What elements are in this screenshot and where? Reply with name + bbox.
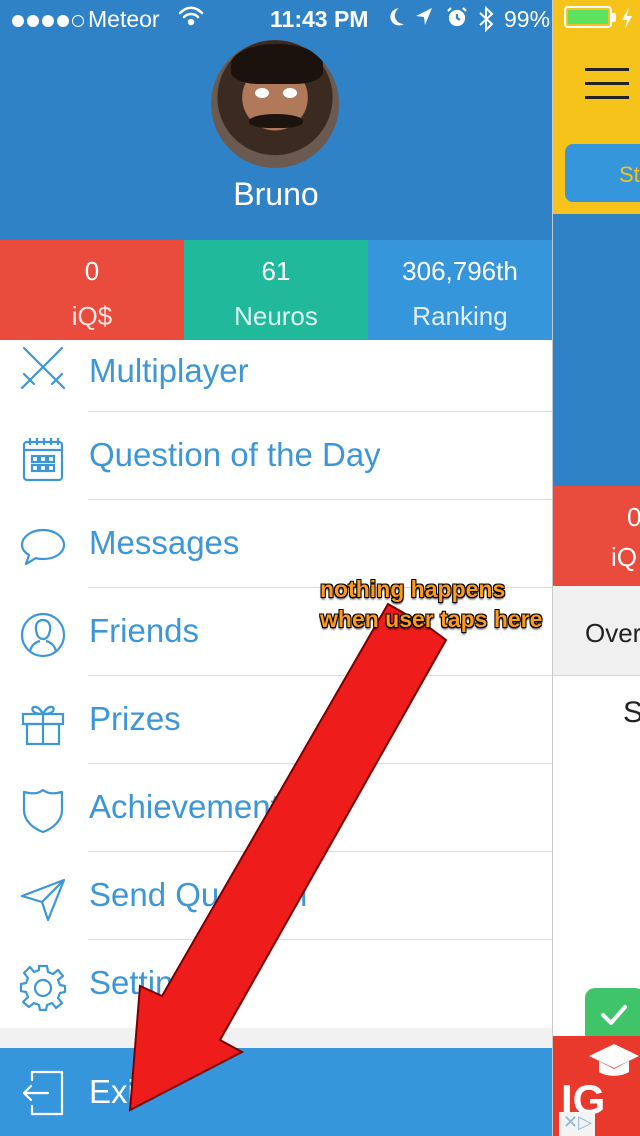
carrier-name: Meteor [88, 6, 160, 32]
stats-row: 0 iQ$ 61 Neuros 306,796th Ranking [0, 240, 552, 340]
menu-item-label: Question of the Day [89, 436, 381, 473]
stat-label: Neuros [234, 301, 318, 331]
menu-item-question-of-the-day[interactable]: Question of the Day [0, 412, 552, 500]
graduation-cap-icon [589, 1044, 639, 1076]
stat-value: 61 [261, 256, 291, 286]
menu-item-achievements[interactable]: Achievements [0, 764, 552, 852]
speech-bubble-icon [20, 528, 66, 566]
main-blue-panel [553, 214, 640, 486]
status-bar: Meteor 11:43 PM 99% [0, 0, 640, 40]
menu-item-label: Send Question [89, 876, 308, 913]
main-screen-peek[interactable]: St 0 iQ Over S IG ✕▷ [552, 0, 640, 1136]
calendar-icon [22, 438, 64, 482]
hamburger-menu-icon[interactable] [585, 68, 629, 100]
exit-label: Exit [89, 1073, 145, 1110]
paper-plane-icon [20, 878, 66, 922]
user-name: Bruno [233, 176, 319, 212]
drawer-menu: Multiplayer Question of the Day Messages [0, 340, 552, 1028]
avatar[interactable] [211, 40, 339, 168]
annotation-line: when user taps here [320, 606, 543, 632]
menu-item-label: Multiplayer [89, 352, 249, 389]
annotation-note: nothing happens when user taps here [320, 574, 542, 634]
alarm-clock-icon [447, 7, 467, 27]
stat-value: 0 [84, 256, 100, 286]
status-time: 11:43 PM [270, 6, 369, 32]
crossed-swords-icon [20, 346, 66, 390]
main-stat-value: 0 [627, 502, 640, 533]
gear-icon [19, 964, 67, 1012]
exit-button[interactable]: Exit [0, 1048, 552, 1136]
battery-icon [564, 6, 616, 28]
signal-strength-icon [12, 6, 87, 33]
stat-label: Ranking [412, 301, 508, 331]
menu-item-multiplayer[interactable]: Multiplayer [0, 340, 552, 412]
menu-item-label: Settings [89, 964, 209, 1001]
main-start-button-label: St [619, 162, 640, 187]
main-stat-iq-dollars: 0 iQ [553, 486, 640, 586]
shield-icon [22, 788, 64, 834]
menu-item-label: Friends [89, 612, 200, 649]
menu-item-prizes[interactable]: Prizes [0, 676, 552, 764]
stat-label: iQ$ [71, 301, 113, 331]
menu-item-label: Messages [89, 524, 240, 561]
stat-ranking[interactable]: 306,796th Ranking [368, 240, 552, 340]
menu-item-settings[interactable]: Settings [0, 940, 552, 1028]
stat-iq-dollars[interactable]: 0 iQ$ [0, 240, 184, 340]
navigation-drawer: Bruno 0 iQ$ 61 Neuros 306,796th Ranking … [0, 0, 552, 1136]
battery-percent: 99% [504, 6, 551, 32]
main-tab-overview[interactable]: Over [553, 586, 640, 676]
person-icon [20, 612, 66, 658]
ad-close-icon[interactable]: ✕▷ [559, 1112, 595, 1136]
location-arrow-icon [416, 8, 432, 25]
moon-icon [390, 8, 404, 26]
main-stat-label: iQ [611, 542, 637, 572]
checkmark-icon [601, 1005, 627, 1025]
exit-icon [22, 1070, 64, 1116]
stat-neuros[interactable]: 61 Neuros [184, 240, 368, 340]
wifi-icon [178, 6, 204, 26]
drawer-gap [0, 1028, 552, 1048]
bluetooth-icon [479, 6, 494, 32]
ad-banner[interactable]: IG ✕▷ [553, 1036, 640, 1136]
stat-value: 306,796th [402, 256, 518, 286]
main-content-text: S [623, 696, 640, 730]
charging-bolt-icon [622, 7, 632, 29]
menu-item-label: Achievements [89, 788, 297, 825]
main-start-button[interactable]: St [565, 144, 640, 202]
menu-item-label: Prizes [89, 700, 181, 737]
annotation-line: nothing happens [320, 576, 506, 602]
menu-item-send-question[interactable]: Send Question [0, 852, 552, 940]
gift-icon [21, 705, 65, 746]
